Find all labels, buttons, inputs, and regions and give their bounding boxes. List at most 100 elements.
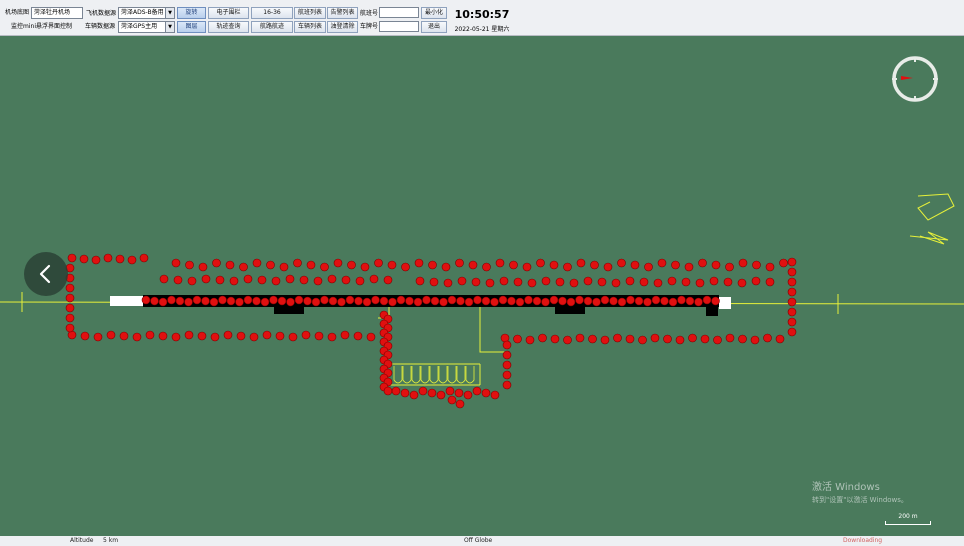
vehicle-marker[interactable] (311, 297, 321, 307)
vehicle-marker[interactable] (515, 297, 525, 307)
vehicle-marker[interactable] (243, 274, 253, 284)
vehicle-marker[interactable] (353, 331, 363, 341)
vehicle-marker[interactable] (787, 307, 797, 317)
back-button[interactable] (24, 252, 68, 296)
vehicle-marker[interactable] (765, 262, 775, 272)
vehicle-marker[interactable] (611, 278, 621, 288)
vehicle-marker[interactable] (294, 295, 304, 305)
map-canvas[interactable] (0, 36, 964, 536)
vehicle-marker[interactable] (387, 260, 397, 270)
vehicle-marker[interactable] (360, 262, 370, 272)
vehicle-marker[interactable] (132, 332, 142, 342)
vehicle-marker[interactable] (456, 296, 465, 306)
vehicle-marker[interactable] (141, 295, 151, 305)
airport-map[interactable]: 激活 Windows 转到"设置"以激活 Windows。 200 m (0, 36, 964, 536)
vehicle-marker[interactable] (447, 395, 457, 405)
vehicle-marker[interactable] (590, 260, 599, 270)
vehicle-marker[interactable] (541, 276, 551, 286)
vehicle-marker[interactable] (362, 297, 372, 307)
vehicle-marker[interactable] (418, 386, 428, 396)
vehicle-marker[interactable] (675, 335, 685, 345)
vehicle-marker[interactable] (498, 295, 508, 305)
vehicle-marker[interactable] (600, 295, 610, 305)
vehicle-marker[interactable] (737, 278, 747, 288)
vehicle-marker[interactable] (725, 333, 735, 343)
vehicle-marker[interactable] (236, 331, 246, 341)
vehicle-marker[interactable] (713, 335, 722, 345)
vehicle-marker[interactable] (443, 278, 453, 288)
vehicle-marker[interactable] (668, 297, 678, 307)
vehicle-marker[interactable] (765, 277, 775, 287)
vehicle-marker[interactable] (625, 334, 635, 344)
vehicle-marker[interactable] (293, 258, 302, 268)
vehicle-marker[interactable] (80, 331, 90, 341)
vehicle-marker[interactable] (588, 334, 597, 344)
vehicle-marker[interactable] (779, 258, 788, 268)
vehicle-marker[interactable] (159, 274, 169, 284)
compass-icon[interactable] (887, 55, 943, 103)
vehicle-marker[interactable] (436, 390, 446, 400)
vehicle-marker[interactable] (226, 296, 236, 306)
vehicle-marker[interactable] (650, 333, 660, 343)
vehicle-marker[interactable] (445, 386, 455, 396)
vehicle-marker[interactable] (139, 253, 149, 263)
vehicle-marker[interactable] (391, 386, 401, 396)
vehicle-marker[interactable] (694, 297, 703, 307)
vehicle-marker[interactable] (513, 334, 522, 344)
vehicle-marker[interactable] (625, 276, 635, 286)
dropdown-arrow-icon[interactable]: ▼ (165, 8, 174, 18)
vehicle-marker[interactable] (481, 296, 491, 306)
vehicle-marker[interactable] (187, 276, 197, 286)
vehicle-marker[interactable] (541, 297, 550, 307)
vehicle-marker[interactable] (428, 260, 437, 270)
vehicle-marker[interactable] (490, 297, 499, 307)
vehicle-marker[interactable] (127, 255, 137, 265)
vehicle-marker[interactable] (422, 295, 431, 305)
layers-button[interactable]: 图层 (177, 21, 206, 33)
vehicle-marker[interactable] (306, 260, 316, 270)
vehicle-marker[interactable] (763, 333, 772, 343)
vehicle-marker[interactable] (327, 332, 337, 342)
vehicle-marker[interactable] (150, 296, 159, 306)
runway-button[interactable]: 16-36 (251, 7, 293, 19)
vehicle-marker[interactable] (563, 335, 572, 345)
vehicle-marker[interactable] (639, 277, 649, 287)
vehicle-marker[interactable] (549, 295, 559, 305)
vehicle-marker[interactable] (106, 330, 116, 340)
vehicle-marker[interactable] (695, 278, 705, 288)
vehicle-marker[interactable] (145, 330, 155, 340)
vehicle-marker[interactable] (576, 258, 586, 268)
vehicle-marker[interactable] (366, 332, 376, 342)
vehicle-marker[interactable] (630, 260, 640, 270)
vehicle-marker[interactable] (301, 330, 311, 340)
vehicle-marker[interactable] (201, 274, 211, 284)
vehicle-marker[interactable] (644, 262, 653, 272)
vehicle-marker[interactable] (415, 276, 425, 286)
vehicle-marker[interactable] (464, 297, 474, 307)
vehicle-marker[interactable] (490, 390, 500, 400)
vehicle-marker[interactable] (347, 260, 356, 270)
vehicle-marker[interactable] (481, 388, 491, 398)
airport-map-select[interactable]: 菏泽牡丹机场 (31, 7, 83, 19)
vehicle-marker[interactable] (643, 297, 652, 307)
vehicle-marker[interactable] (328, 296, 338, 306)
vehicle-marker[interactable] (249, 332, 259, 342)
vehicle-marker[interactable] (738, 258, 748, 268)
vehicle-marker[interactable] (752, 260, 761, 270)
vehicle-marker[interactable] (592, 297, 601, 307)
vehicle-marker[interactable] (485, 278, 495, 288)
vehicle-marker[interactable] (787, 267, 797, 277)
vehicle-marker[interactable] (709, 276, 719, 286)
vehicle-marker[interactable] (702, 295, 712, 305)
vehicle-marker[interactable] (209, 297, 219, 307)
plate-number-input[interactable] (379, 21, 419, 32)
vehicle-marker[interactable] (210, 332, 220, 342)
vehicle-marker[interactable] (700, 334, 710, 344)
vehicle-marker[interactable] (379, 296, 389, 306)
vehicle-marker[interactable] (430, 296, 440, 306)
vehicle-marker[interactable] (185, 260, 194, 270)
vehicle-marker[interactable] (65, 323, 75, 333)
flight-number-input[interactable] (379, 7, 419, 18)
vehicle-marker[interactable] (750, 335, 760, 345)
vehicle-marker[interactable] (513, 277, 523, 287)
